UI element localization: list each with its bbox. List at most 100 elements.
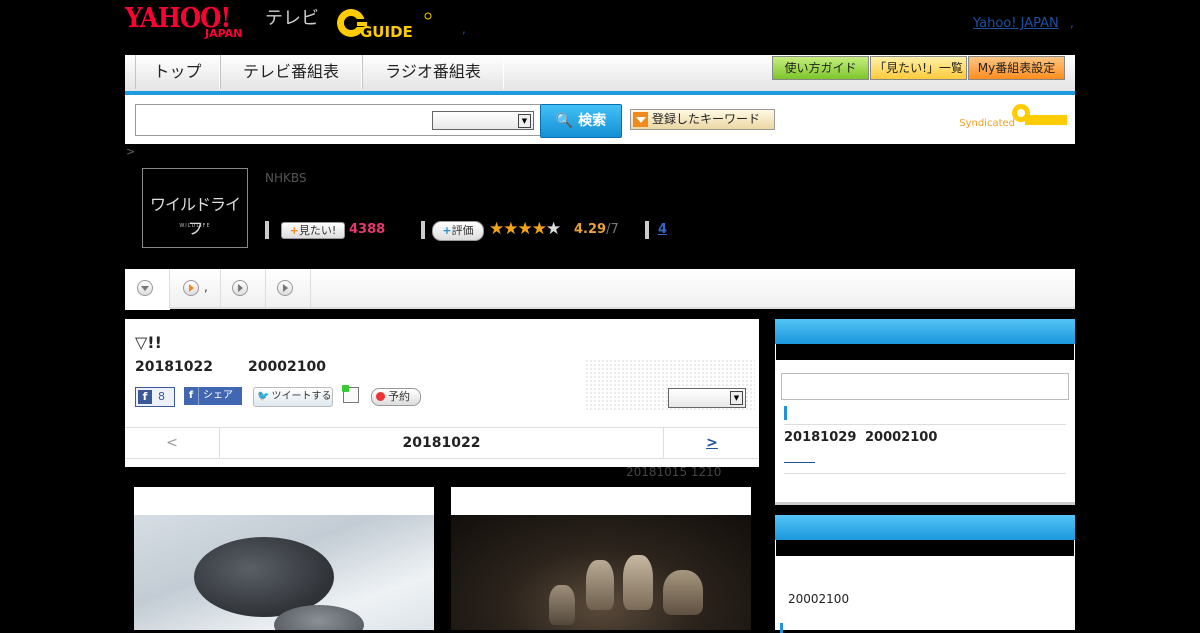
mitai-label: 見たい! <box>298 224 337 237</box>
pager-date: 20181022 <box>402 435 481 451</box>
episode-select[interactable]: ▼ <box>668 388 746 408</box>
subtab-1[interactable]: , <box>170 269 221 307</box>
sidebar-header-band <box>776 540 1074 556</box>
chevron-down-icon <box>137 280 153 296</box>
divider <box>784 473 1066 474</box>
registered-keywords-button[interactable]: 登録したキーワード <box>630 109 775 130</box>
play-icon <box>277 280 293 296</box>
calendar-add-icon[interactable] <box>342 385 359 403</box>
main-nav: トップ テレビ番組表 ラジオ番組表 使い方ガイド 「見たい!」一覧 My番組表設… <box>125 55 1075 95</box>
mitai-list-button[interactable]: 「見たい!」一覧 <box>870 56 967 80</box>
pager-prev-button[interactable]: < <box>125 428 220 458</box>
plus-icon: + <box>289 224 299 237</box>
tweet-label: ツイートする <box>271 391 332 402</box>
episode-image-wolves[interactable] <box>451 487 751 630</box>
next-broadcast-time: 20002100 <box>865 430 938 445</box>
header-comma-right: , <box>1070 16 1074 30</box>
header-comma-left: , <box>462 22 466 36</box>
registered-keywords-label: 登録したキーワード <box>652 112 761 126</box>
reserve-label: 予約 <box>388 390 410 403</box>
episode-time: 20002100 <box>248 359 326 375</box>
divider <box>265 221 269 239</box>
play-icon <box>183 280 199 296</box>
mitai-button[interactable]: +見たい! <box>281 222 345 239</box>
sidebar-header <box>775 319 1075 344</box>
dropdown-arrow-icon <box>633 112 648 127</box>
schedule-time: 20002100 <box>788 592 850 606</box>
reserve-button[interactable]: 予約 <box>371 388 421 406</box>
section-marker <box>784 406 787 420</box>
gguide-small-logo-icon <box>1012 104 1067 125</box>
play-icon <box>232 280 248 296</box>
plus-icon: + <box>442 224 452 237</box>
next-broadcast-link[interactable] <box>784 450 815 463</box>
thumbnail-subtitle: WILDLIFE <box>179 223 211 229</box>
search-button[interactable]: 🔍 検索 <box>540 104 622 138</box>
sidebar-next-broadcast: 20181029 20002100 <box>775 319 1075 505</box>
star-icon: ★ <box>531 219 547 239</box>
wolf-shape <box>586 560 614 610</box>
wolf-shape <box>623 555 653 610</box>
sidebar-header-band <box>776 344 1074 360</box>
wolves-photo <box>451 515 751 630</box>
facebook-like-count: 8 <box>158 390 165 403</box>
program-thumbnail: ワイルドライフ WILDLIFE <box>142 168 248 248</box>
subtab-3[interactable] <box>266 269 311 307</box>
twitter-bird-icon: 🐦 <box>257 391 270 402</box>
nav-tab-tv-schedule[interactable]: テレビ番組表 <box>220 55 362 89</box>
divider <box>784 424 1066 425</box>
star-icon: ★ <box>489 219 504 239</box>
updated-timestamp: 20181015 1210 <box>626 465 722 479</box>
episode-panel: ▽!! 20181022 20002100 f8 f シェア 🐦 ツイートする 予約… <box>125 319 759 467</box>
facebook-share-button[interactable]: f シェア <box>184 387 242 405</box>
sidebar-bottom-edge <box>775 502 1075 505</box>
review-count-link[interactable]: 4 <box>658 222 667 237</box>
record-icon <box>376 392 385 401</box>
date-pager: < 20181022 > <box>125 427 759 459</box>
chevron-down-icon: ▼ <box>730 391 743 405</box>
wolf-shape <box>663 570 703 615</box>
sidebar-header <box>775 515 1075 540</box>
mitai-count: 4388 <box>349 222 386 237</box>
pager-next-link[interactable]: > <box>663 428 760 458</box>
tv-logo-text: テレビ <box>265 8 319 29</box>
star-empty-icon: ★ <box>546 219 561 239</box>
channel-name: NHKBS <box>265 171 307 185</box>
my-schedule-settings-button[interactable]: My番組表設定 <box>968 56 1065 80</box>
yahoo-japan-link[interactable]: Yahoo! JAPAN <box>973 16 1059 32</box>
syndicated-label: Syndicated <box>959 118 1015 129</box>
sidebar-input[interactable] <box>781 373 1069 400</box>
nav-tab-radio-schedule[interactable]: ラジオ番組表 <box>362 55 504 89</box>
rating-button[interactable]: +評価 <box>432 221 484 241</box>
guide-button[interactable]: 使い方ガイド <box>772 56 869 80</box>
yahoo-japan-logo[interactable]: YAHOO! JAPAN <box>125 4 265 42</box>
nav-tab-top[interactable]: トップ <box>135 55 220 89</box>
search-icon: 🔍 <box>555 113 574 129</box>
rating-value: 4.29 <box>574 222 607 237</box>
rating-label: 評価 <box>451 224 474 237</box>
divider <box>645 221 649 239</box>
subtab-0[interactable] <box>125 269 170 310</box>
search-bar: ▼ 🔍 検索 登録したキーワード Syndicated <box>125 95 1075 144</box>
episode-image-seal[interactable] <box>134 487 434 630</box>
section-marker <box>780 623 783 633</box>
facebook-icon: f <box>138 390 152 404</box>
gguide-logo-text: GUIDE <box>360 23 413 41</box>
breadcrumb[interactable]: > <box>126 146 135 158</box>
search-category-select[interactable]: ▼ <box>432 111 534 130</box>
star-icon: ★ <box>503 219 518 239</box>
rating-score: 4.29/7 <box>574 222 619 237</box>
facebook-icon: f <box>184 387 199 405</box>
syndicated-gguide-logo: Syndicated <box>947 103 1067 133</box>
divider <box>421 221 425 239</box>
facebook-like-button[interactable]: f8 <box>135 387 175 407</box>
subtab-1-label: , <box>204 280 208 294</box>
subtab-2[interactable] <box>221 269 266 307</box>
gguide-logo[interactable]: GUIDE <box>334 6 434 42</box>
nav-buttons: 使い方ガイド 「見たい!」一覧 My番組表設定 <box>771 56 1065 80</box>
search-button-label: 検索 <box>578 113 607 129</box>
tweet-button[interactable]: 🐦 ツイートする <box>253 387 333 407</box>
yahoo-logo-sub: JAPAN <box>205 27 243 40</box>
sub-tabs: , <box>125 269 1075 310</box>
next-broadcast-date: 20181029 <box>784 430 857 445</box>
